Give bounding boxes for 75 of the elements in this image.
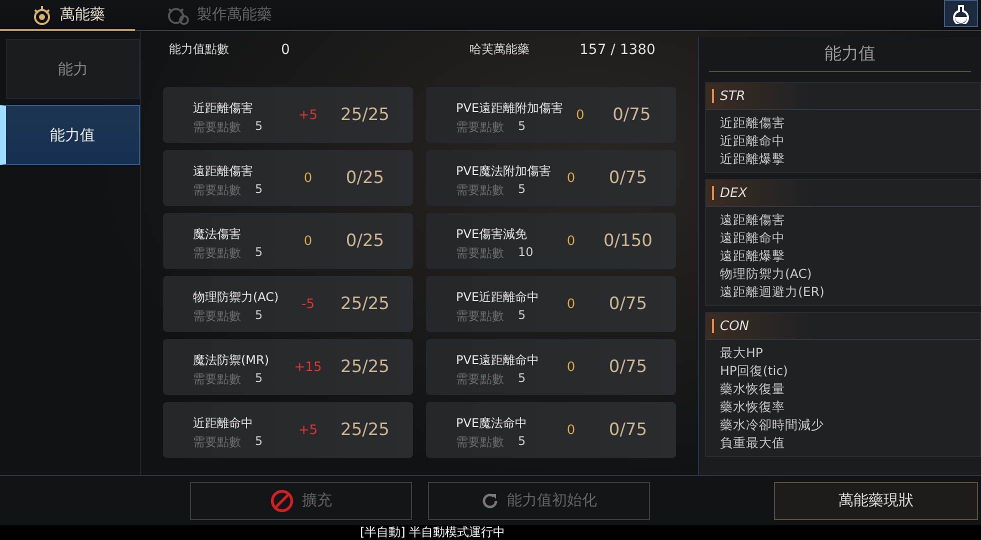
stat-name: 近距離命中 xyxy=(193,415,254,432)
attribute-item: 近距離傷害 xyxy=(720,114,786,132)
stat-bonus: 0 xyxy=(566,296,576,312)
stat-bonus: 0 xyxy=(566,170,576,186)
summary-value: 0 xyxy=(281,42,290,58)
required-points-label: 需要點數 xyxy=(193,371,241,388)
attribute-item: 遠距離迴避力(ER) xyxy=(720,283,826,301)
group-heading: STR xyxy=(720,88,746,104)
attribute-item: 遠距離爆擊 xyxy=(720,247,786,265)
summary-value: 157 / 1380 xyxy=(580,42,656,58)
required-points-value: 10 xyxy=(518,245,534,261)
stat-name: PVE魔法命中 xyxy=(456,415,528,432)
required-points-value: 5 xyxy=(518,182,526,198)
required-points-value: 5 xyxy=(255,119,263,135)
stat-progress: 0/75 xyxy=(608,357,648,377)
stat-progress: 0/75 xyxy=(608,420,648,440)
attribute-item: 近距離爆擊 xyxy=(720,150,786,168)
required-points-label: 需要點數 xyxy=(193,245,241,262)
status-message: [半自動] 半自動模式運行中 xyxy=(0,525,981,540)
attribute-item: 遠距離傷害 xyxy=(720,211,786,229)
attribute-item: 最大HP xyxy=(720,344,764,362)
stat-bonus: 0 xyxy=(302,170,314,186)
required-points-label: 需要點數 xyxy=(456,245,504,262)
stat-name: PVE傷害減免 xyxy=(456,226,528,243)
stat-bonus: 0 xyxy=(566,360,576,374)
required-points-label: 需要點數 xyxy=(193,434,241,451)
stat-name: PVE遠距離命中 xyxy=(456,352,540,369)
attribute-item: HP回復(tic) xyxy=(720,362,789,380)
group-heading: DEX xyxy=(720,186,748,200)
stat-bonus: +15 xyxy=(293,360,323,374)
panel-title: 能力值 xyxy=(709,37,971,72)
required-points-label: 需要點數 xyxy=(456,434,504,451)
attribute-item: 物理防禦力(AC) xyxy=(720,265,813,283)
required-points-label: 需要點數 xyxy=(456,308,504,325)
stat-name: 遠距離傷害 xyxy=(193,163,254,180)
stat-name: PVE近距離命中 xyxy=(456,289,540,306)
required-points-value: 5 xyxy=(255,245,263,261)
required-points-value: 5 xyxy=(518,434,526,450)
required-points-value: 5 xyxy=(255,371,263,387)
required-points-label: 需要點數 xyxy=(193,119,241,136)
required-points-label: 需要點數 xyxy=(456,371,504,388)
attribute-item: 近距離命中 xyxy=(720,132,786,150)
stat-bonus: 0 xyxy=(566,422,576,438)
stat-name: PVE遠距離附加傷害 xyxy=(456,100,564,117)
required-points-label: 需要點數 xyxy=(456,182,504,199)
stat-name: PVE魔法附加傷害 xyxy=(456,163,552,180)
required-points-label: 需要點數 xyxy=(193,308,241,325)
attribute-item: 藥水冷卻時間減少 xyxy=(720,416,825,434)
required-points-value: 5 xyxy=(255,308,263,324)
stat-bonus: 0 xyxy=(302,234,314,248)
required-points-label: 需要點數 xyxy=(456,119,504,136)
stat-bonus: 0 xyxy=(566,234,576,248)
stat-bonus: -5 xyxy=(300,296,316,312)
required-points-value: 5 xyxy=(255,182,263,198)
stat-progress: 25/25 xyxy=(340,357,390,377)
required-points-value: 5 xyxy=(518,119,526,135)
required-points-value: 5 xyxy=(255,434,263,450)
stat-bonus: +5 xyxy=(297,422,319,438)
stat-name: 物理防禦力(AC) xyxy=(193,289,280,306)
required-points-label: 需要點數 xyxy=(193,182,241,199)
stat-name: 魔法防禦(MR) xyxy=(193,352,270,369)
required-points-value: 5 xyxy=(518,371,526,387)
attribute-item: 藥水恢復率 xyxy=(720,398,786,416)
summary-label: 哈芙萬能藥 xyxy=(468,41,530,58)
attribute-item: 遠距離命中 xyxy=(720,229,786,247)
stat-bonus: 0 xyxy=(575,108,586,122)
stat-progress: 25/25 xyxy=(340,420,390,440)
required-points-value: 5 xyxy=(518,308,526,324)
attribute-item: 藥水恢復量 xyxy=(720,380,786,398)
stat-bonus: +5 xyxy=(297,108,319,122)
attribute-item: 負重最大值 xyxy=(720,434,786,452)
summary-label: 能力值點數 xyxy=(168,41,230,58)
group-heading: CON xyxy=(720,318,750,334)
stat-name: 近距離傷害 xyxy=(193,100,254,117)
stat-name: 魔法傷害 xyxy=(193,226,242,243)
